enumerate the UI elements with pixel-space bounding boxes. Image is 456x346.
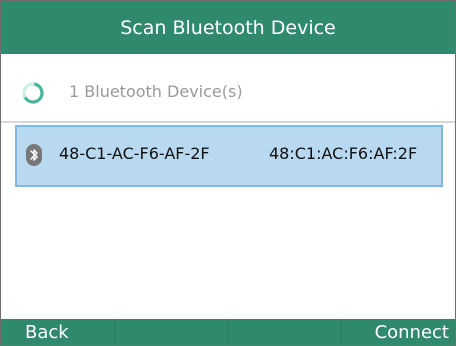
bluetooth-icon — [26, 144, 42, 166]
page-title: Scan Bluetooth Device — [1, 1, 455, 54]
empty-softkey-3[interactable] — [229, 319, 343, 345]
scan-status-text: 1 Bluetooth Device(s) — [69, 82, 243, 101]
back-softkey[interactable]: Back — [1, 319, 115, 345]
back-softkey-label: Back — [25, 321, 69, 343]
page-title-text: Scan Bluetooth Device — [120, 16, 336, 39]
softkey-bar: Back Connect — [1, 319, 455, 345]
connect-softkey-label: Connect — [374, 321, 449, 343]
empty-softkey-2[interactable] — [115, 319, 229, 345]
connect-softkey[interactable]: Connect — [342, 319, 455, 345]
device-mac-address: 48:C1:AC:F6:AF:2F — [269, 144, 418, 163]
device-name: 48-C1-AC-F6-AF-2F — [59, 144, 210, 163]
bluetooth-scan-screen: Scan Bluetooth Device 1 Bluetooth Device… — [0, 0, 456, 346]
loading-spinner-icon — [22, 82, 44, 104]
